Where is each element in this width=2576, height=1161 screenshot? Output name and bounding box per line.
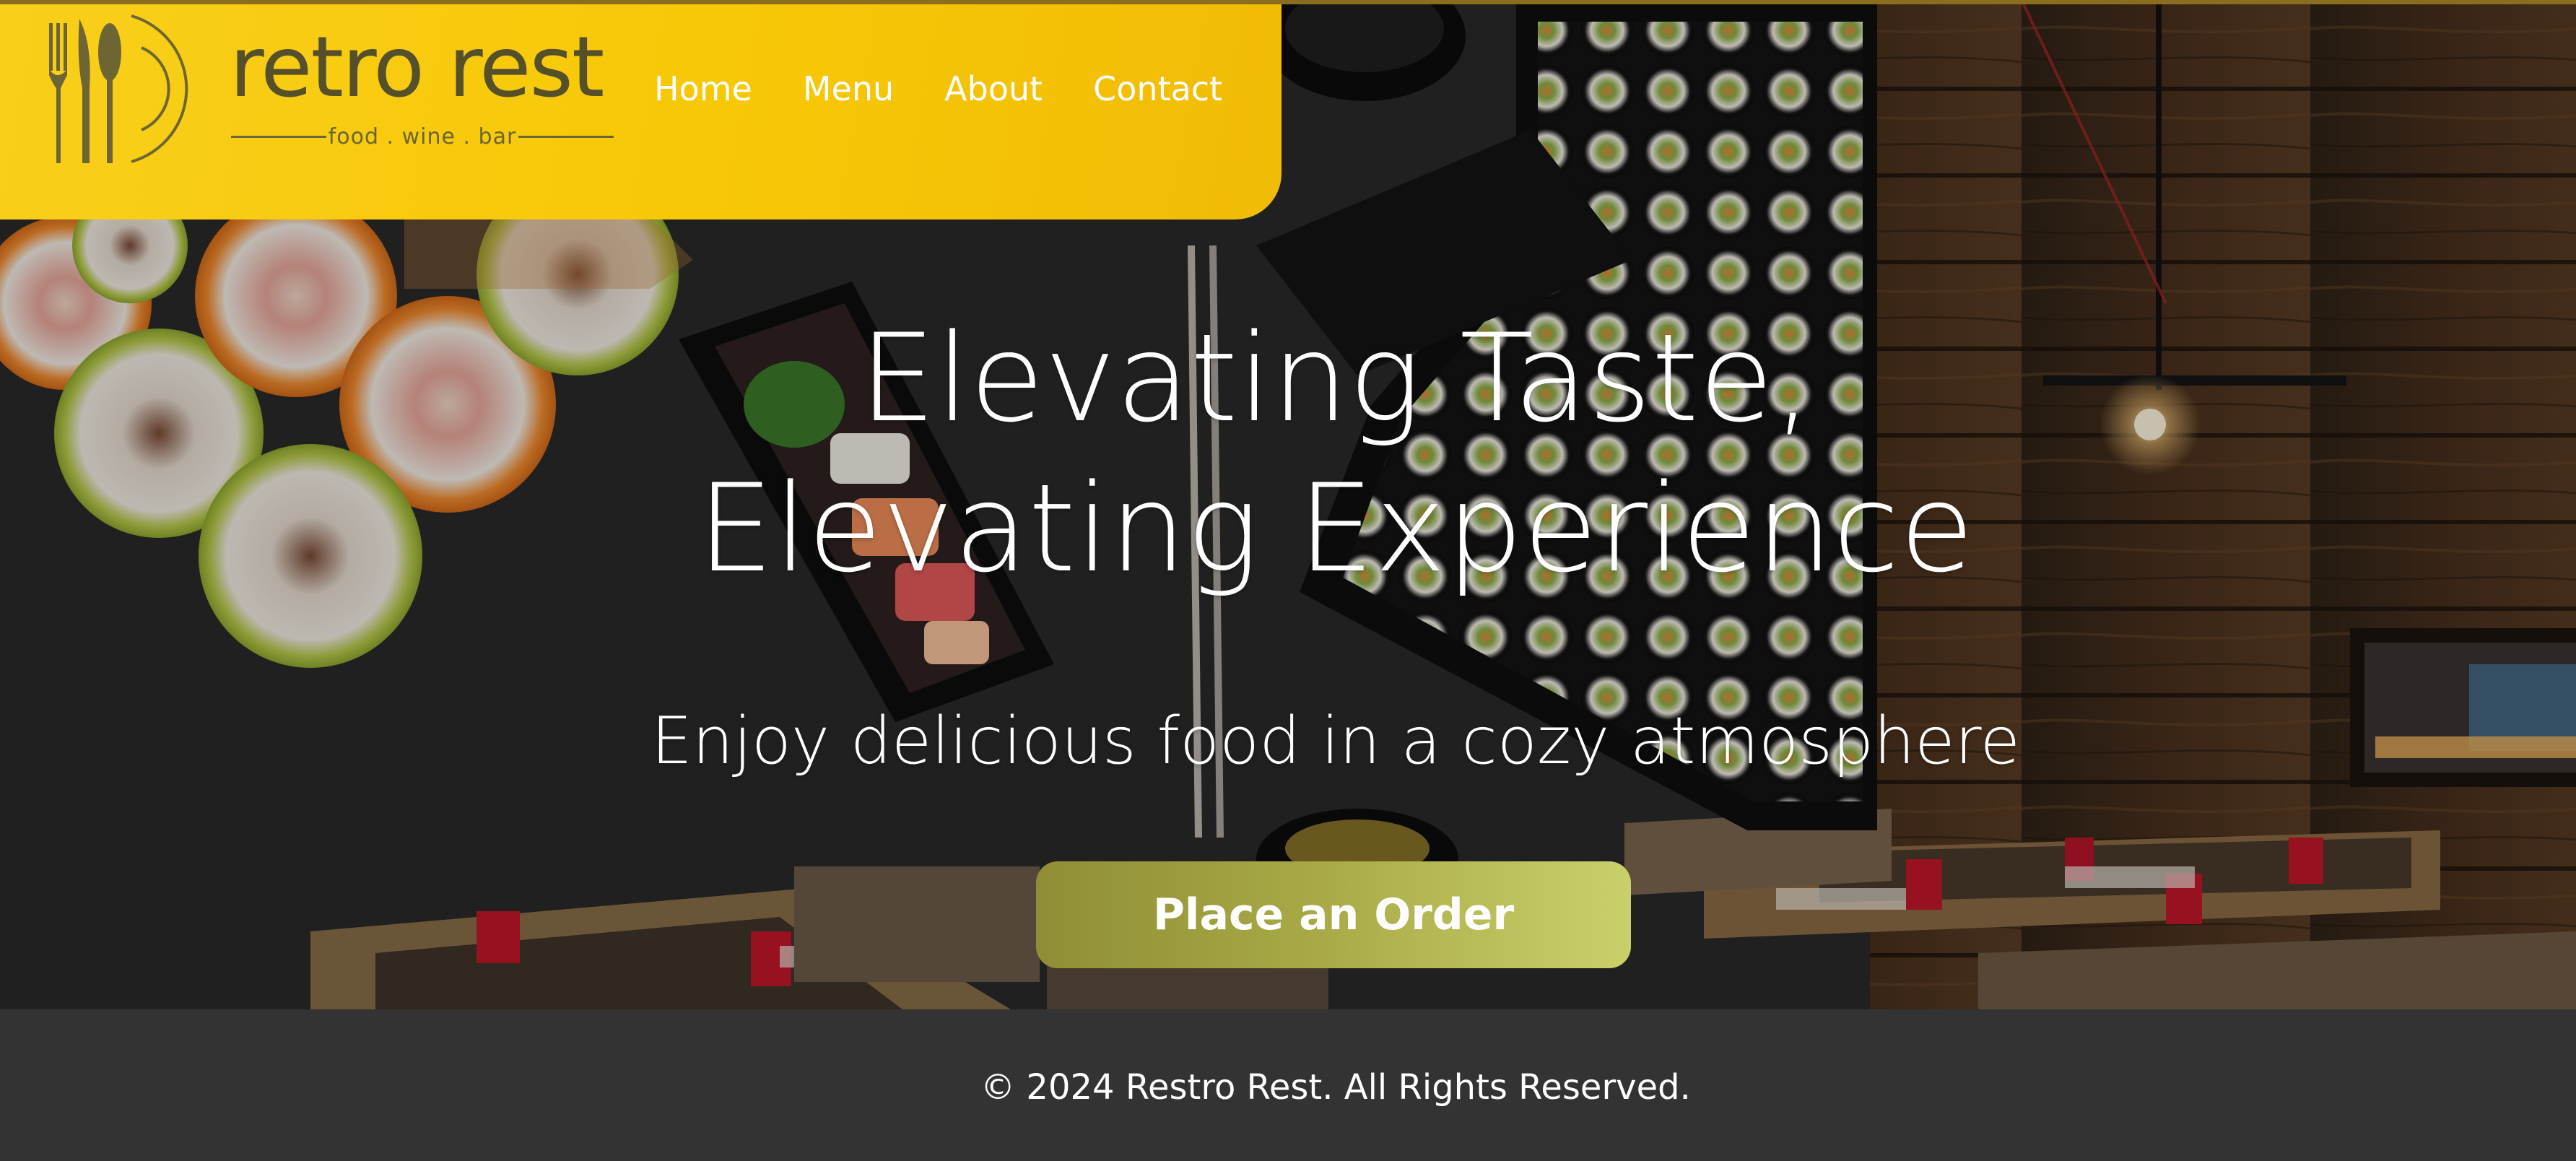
brand-name: retro rest	[230, 19, 604, 116]
nav-link-home[interactable]: Home	[654, 69, 752, 108]
hero-title-line-2: Elevating Experience	[697, 458, 1975, 599]
footer-copyright: © 2024 Restro Rest. All Rights Reserved.	[980, 1067, 1691, 1108]
brand-tagline-row: food . wine . bar	[231, 123, 614, 152]
page: Elevating Taste, Elevating Experience En…	[0, 0, 2576, 1161]
place-order-button[interactable]: Place an Order	[1036, 861, 1631, 968]
nav-link-menu[interactable]: Menu	[803, 69, 894, 108]
top-border	[0, 0, 2576, 4]
hero-title: Elevating Taste, Elevating Experience	[0, 303, 2576, 604]
nav-link-about[interactable]: About	[944, 69, 1043, 108]
hero-subtitle: Enjoy delicious food in a cozy atmospher…	[650, 703, 2021, 779]
hero-title-line-1: Elevating Taste,	[859, 308, 1812, 449]
tagline-rule-right	[518, 136, 614, 138]
site-footer: © 2024 Restro Rest. All Rights Reserved.	[0, 1009, 2576, 1161]
brand-logo[interactable]: retro rest food . wine . bar	[36, 9, 628, 175]
nav-link-contact[interactable]: Contact	[1093, 69, 1222, 108]
site-header: retro rest food . wine . bar Home Menu A…	[0, 4, 1282, 219]
fork-knife-spoon-plate-icon	[49, 14, 188, 163]
main-nav: Home Menu About Contact	[654, 65, 1222, 113]
